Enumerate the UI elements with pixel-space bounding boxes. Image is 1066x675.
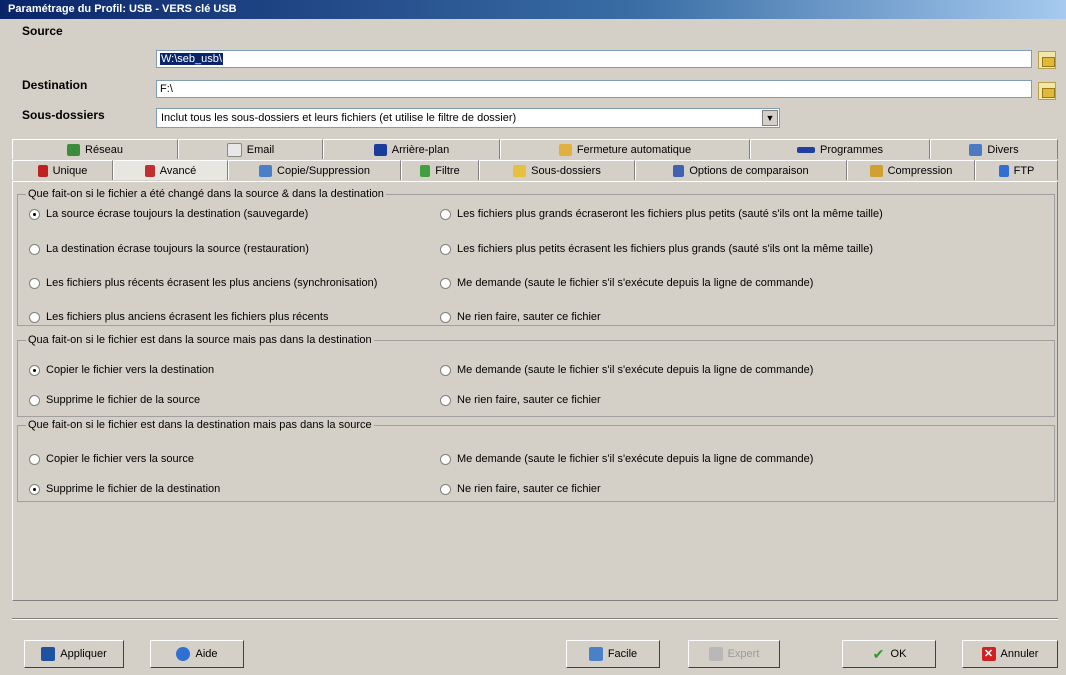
radio-skip-destination-only[interactable]: Ne rien faire, sauter ce fichier (440, 483, 601, 495)
tab-programmes[interactable]: Programmes (750, 139, 930, 159)
destination-browse-folder-icon[interactable] (1038, 82, 1056, 100)
tab-divers[interactable]: Divers (930, 139, 1058, 159)
window-icon (373, 143, 387, 156)
window-title: Paramétrage du Profil: USB - VERS clé US… (0, 0, 1066, 19)
apply-button[interactable]: Appliquer (24, 640, 124, 668)
radio-delete-from-destination[interactable]: Supprime le fichier de la destination (29, 483, 220, 495)
radio-ask-changed[interactable]: Me demande (saute le fichier s'il s'exéc… (440, 277, 813, 289)
radio-skip-source-only[interactable]: Ne rien faire, sauter ce fichier (440, 394, 601, 406)
compare-icon (673, 164, 685, 177)
radio-delete-from-source[interactable]: Supprime le fichier de la source (29, 394, 200, 406)
compress-icon (869, 164, 883, 177)
network-icon (67, 143, 81, 156)
advanced-icon (144, 164, 155, 177)
ftp-icon (998, 164, 1009, 177)
timer-close-icon (558, 143, 572, 156)
check-icon (37, 164, 48, 177)
radio-older-overwrites[interactable]: Les fichiers plus anciens écrasent les f… (29, 311, 328, 323)
footer-separator (12, 618, 1058, 620)
subfolders-value: Inclut tous les sous-dossiers et leurs f… (161, 112, 517, 124)
radio-source-overwrites[interactable]: La source écrase toujours la destination… (29, 208, 308, 220)
tab-sous-dossiers[interactable]: Sous-dossiers (479, 160, 635, 180)
source-value: W:\seb_usb\ (160, 53, 223, 65)
programs-icon (797, 146, 816, 153)
tab-options-comparaison[interactable]: Options de comparaison (635, 160, 847, 180)
checkmark-icon: ✔ (872, 646, 885, 662)
tab-filtre[interactable]: Filtre (401, 160, 479, 180)
copy-icon (259, 164, 273, 177)
filter-icon (420, 164, 431, 177)
source-label: Source (22, 24, 63, 38)
group-destination-only-title: Que fait-on si le fichier est dans la de… (26, 419, 374, 431)
easy-mode-icon (588, 647, 603, 661)
expert-mode-icon (708, 647, 723, 661)
help-button[interactable]: Aide (150, 640, 244, 668)
group-source-only-title: Qua fait-on si le fichier est dans la so… (26, 334, 374, 346)
radio-smaller-overwrites[interactable]: Les fichiers plus petits écrasent les fi… (440, 243, 873, 255)
tab-ftp[interactable]: FTP (975, 160, 1058, 180)
radio-ask-destination-only[interactable]: Me demande (saute le fichier s'il s'exéc… (440, 453, 813, 465)
tab-compression[interactable]: Compression (847, 160, 975, 180)
tab-fermeture-automatique[interactable]: Fermeture automatique (500, 139, 750, 159)
tab-unique[interactable]: Unique (12, 160, 113, 180)
tab-row-top: Réseau Email Arrière-plan Fermeture auto… (12, 139, 1058, 159)
cancel-button[interactable]: ✕ Annuler (962, 640, 1058, 668)
help-icon (176, 647, 191, 661)
radio-ask-source-only[interactable]: Me demande (saute le fichier s'il s'exéc… (440, 364, 813, 376)
radio-destination-overwrites[interactable]: La destination écrase toujours la source… (29, 243, 309, 255)
misc-grid-icon (969, 143, 983, 156)
group-changed-both-title: Que fait-on si le fichier a été changé d… (26, 188, 386, 200)
destination-input[interactable]: F:\ (156, 80, 1032, 98)
subfolders-select[interactable]: Inclut tous les sous-dossiers et leurs f… (156, 108, 780, 128)
close-icon: ✕ (981, 647, 996, 661)
destination-label: Destination (22, 78, 88, 92)
ok-button[interactable]: ✔ OK (842, 640, 936, 668)
radio-newer-overwrites[interactable]: Les fichiers plus récents écrasent les p… (29, 277, 377, 289)
email-icon (226, 142, 242, 157)
expert-button: Expert (688, 640, 780, 668)
source-browse-folder-icon[interactable] (1038, 51, 1056, 69)
radio-larger-overwrites[interactable]: Les fichiers plus grands écraseront les … (440, 208, 883, 220)
tab-email[interactable]: Email (178, 139, 323, 159)
radio-copy-to-source[interactable]: Copier le fichier vers la source (29, 453, 194, 465)
tab-row-bottom: Unique Avancé Copie/Suppression Filtre S… (12, 160, 1058, 180)
folder-icon (513, 164, 527, 177)
easy-button[interactable]: Facile (566, 640, 660, 668)
chevron-down-icon[interactable]: ▼ (762, 110, 778, 126)
save-icon (41, 647, 56, 661)
tab-copie-suppression[interactable]: Copie/Suppression (228, 160, 401, 180)
radio-copy-to-destination[interactable]: Copier le fichier vers la destination (29, 364, 214, 376)
tab-arriere-plan[interactable]: Arrière-plan (323, 139, 500, 159)
source-input[interactable]: W:\seb_usb\ (156, 50, 1032, 68)
tab-reseau[interactable]: Réseau (12, 139, 178, 159)
tab-avance[interactable]: Avancé (113, 160, 228, 180)
subfolders-label: Sous-dossiers (22, 108, 105, 122)
radio-skip-changed[interactable]: Ne rien faire, sauter ce fichier (440, 311, 601, 323)
